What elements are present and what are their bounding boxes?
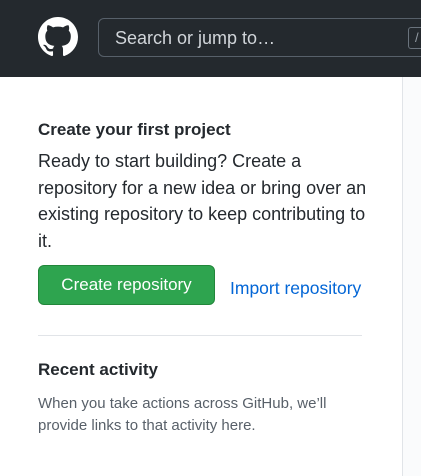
create-repository-button[interactable]: Create repository xyxy=(38,265,215,305)
search-shortcut-key: / xyxy=(408,27,421,49)
search-input[interactable]: Search or jump to… / xyxy=(98,18,421,57)
first-project-title: Create your first project xyxy=(38,120,231,139)
recent-activity-description: When you take actions across GitHub, we’… xyxy=(38,395,327,434)
right-panel xyxy=(403,77,421,476)
github-logo-icon[interactable] xyxy=(38,17,78,57)
top-header: Search or jump to… / xyxy=(0,0,421,77)
import-repository-link[interactable]: Import repository xyxy=(230,278,361,299)
search-placeholder: Search or jump to… xyxy=(115,28,276,48)
section-divider xyxy=(38,335,362,336)
first-project-description: Ready to start building? Create a reposi… xyxy=(38,151,367,251)
github-mark xyxy=(38,17,78,57)
recent-activity-title: Recent activity xyxy=(38,360,158,379)
